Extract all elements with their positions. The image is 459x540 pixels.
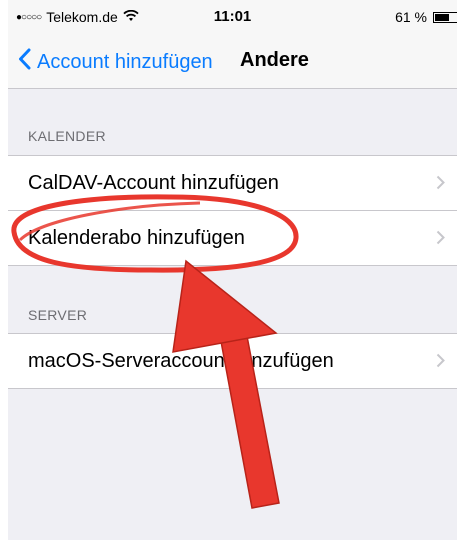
section-header-label: KALENDER <box>28 128 106 144</box>
list-item-macos-server[interactable]: macOS-Serveraccount hinzufügen <box>8 334 457 388</box>
server-account-list: macOS-Serveraccount hinzufügen <box>8 333 457 389</box>
list-item-label: macOS-Serveraccount hinzufügen <box>28 349 334 372</box>
battery-level-fill <box>435 13 450 21</box>
section-header-label: SERVER <box>28 307 88 323</box>
settings-screen: ●○○○○ Telekom.de 11:01 61 % Account hinz… <box>8 0 457 540</box>
chevron-left-icon <box>18 48 31 76</box>
navigation-bar: Account hinzufügen Andere <box>8 34 457 89</box>
list-item-caldav[interactable]: CalDAV-Account hinzufügen <box>8 156 457 210</box>
back-button-label: Account hinzufügen <box>37 50 213 73</box>
back-button[interactable]: Account hinzufügen <box>18 48 213 76</box>
page-title: Andere <box>240 49 309 71</box>
chevron-right-icon <box>436 175 445 195</box>
status-bar: ●○○○○ Telekom.de 11:01 61 % <box>8 0 457 34</box>
battery-percentage: 61 % <box>395 9 427 25</box>
calendar-account-list: CalDAV-Account hinzufügen Kalenderabo hi… <box>8 155 457 266</box>
chevron-right-icon <box>436 353 445 373</box>
chevron-right-icon <box>436 230 445 250</box>
battery-icon <box>433 11 457 23</box>
list-item-label: CalDAV-Account hinzufügen <box>28 171 279 194</box>
status-time: 11:01 <box>213 8 252 25</box>
list-item-calendar-subscription[interactable]: Kalenderabo hinzufügen <box>8 210 457 265</box>
list-item-label: Kalenderabo hinzufügen <box>28 226 245 249</box>
